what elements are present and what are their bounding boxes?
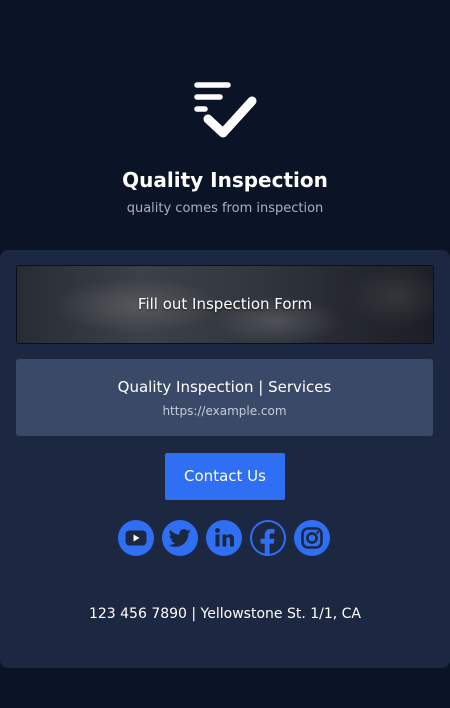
services-title: Quality Inspection | Services — [117, 378, 332, 396]
contact-us-button[interactable]: Contact Us — [165, 453, 285, 500]
inspection-form-label: Fill out Inspection Form — [137, 295, 313, 313]
twitter-icon[interactable] — [162, 520, 198, 556]
profile-header: Quality Inspection quality comes from in… — [0, 0, 450, 250]
services-url: https://example.com — [162, 404, 287, 418]
instagram-icon[interactable] — [294, 520, 330, 556]
facebook-icon[interactable] — [250, 520, 286, 556]
services-link[interactable]: Quality Inspection | Services https://ex… — [16, 359, 433, 436]
youtube-icon[interactable] — [118, 520, 154, 556]
contact-address: 123 456 7890 | Yellowstone St. 1/1, CA — [88, 606, 362, 622]
page-subtitle: quality comes from inspection — [126, 201, 324, 216]
social-links — [118, 520, 332, 556]
page-title: Quality Inspection — [122, 168, 328, 192]
inspection-form-link[interactable]: Fill out Inspection Form — [16, 265, 434, 344]
links-card: Fill out Inspection Form Quality Inspect… — [0, 250, 450, 668]
checklist-icon — [194, 82, 257, 138]
linkedin-icon[interactable] — [206, 520, 242, 556]
